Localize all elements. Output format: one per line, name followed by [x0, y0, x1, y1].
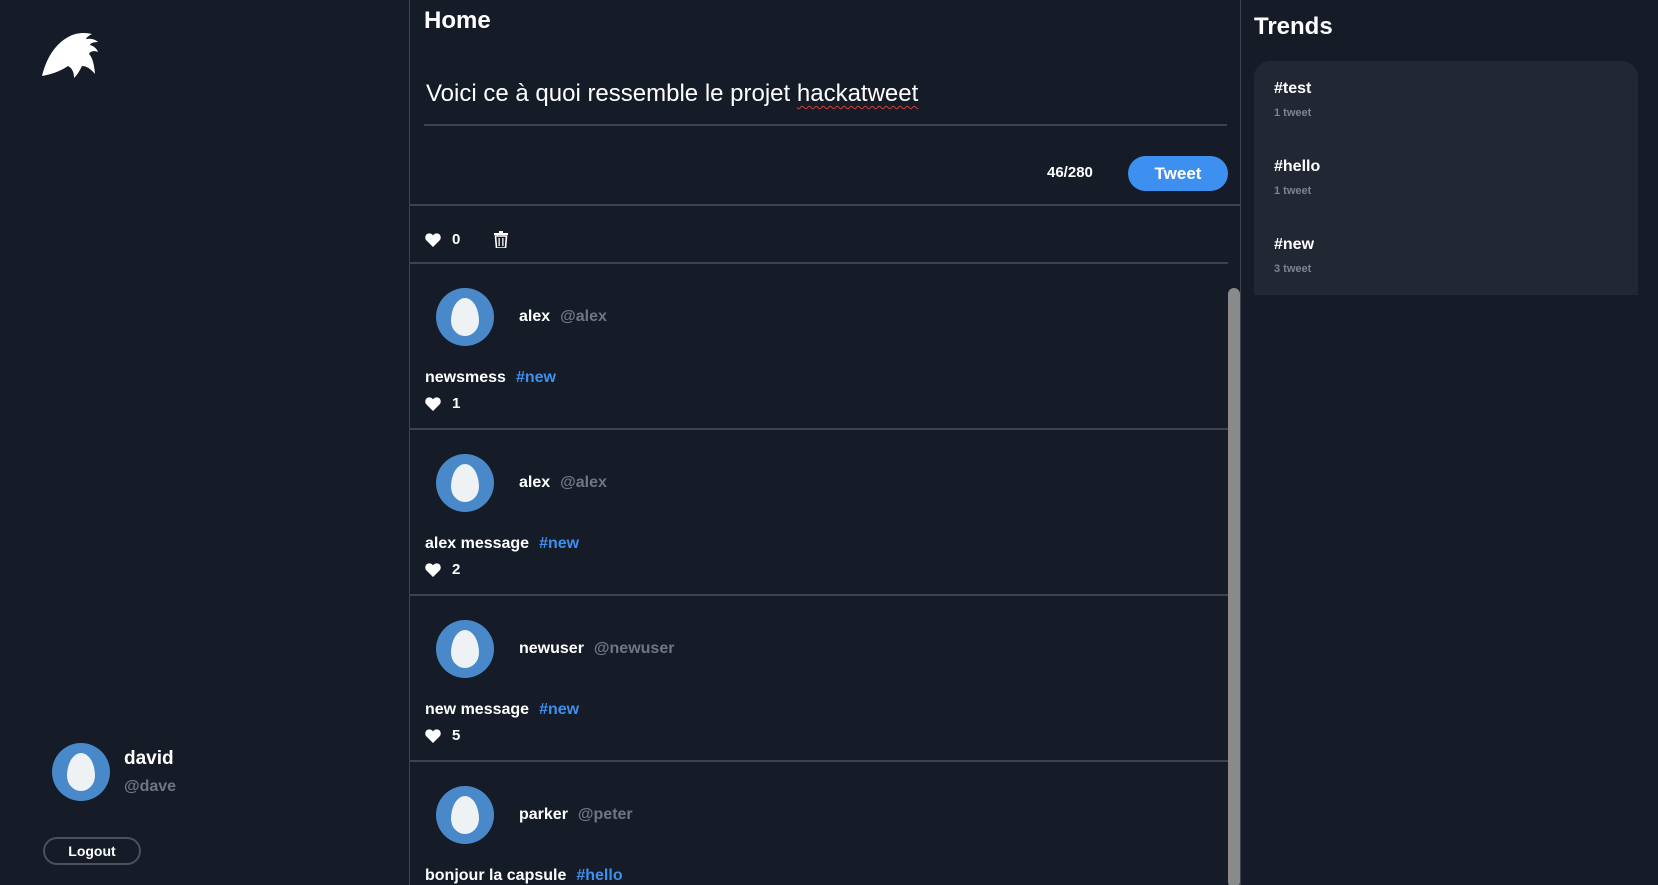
tweet-message: alex message [425, 535, 530, 552]
tweet-author-name: newuser [519, 640, 584, 657]
avatar [52, 743, 110, 801]
like-count: 0 [452, 231, 461, 248]
tweet-hashtag[interactable]: #new [539, 535, 579, 552]
tweet-author-name: alex [519, 474, 551, 491]
tweet-hashtag[interactable]: #hello [576, 867, 622, 884]
tweet-author-handle: @alex [560, 474, 607, 491]
trend-item[interactable]: #test 1 tweet [1274, 80, 1311, 119]
avatar [436, 786, 494, 844]
tweet-author-handle: @newuser [593, 640, 675, 657]
avatar [436, 288, 494, 346]
tweet-compose-input[interactable]: Voici ce à quoi ressemble le projet hack… [426, 80, 918, 108]
trends-panel: #test 1 tweet #hello 1 tweet #new 3 twee… [1254, 61, 1638, 295]
tweet-hashtag[interactable]: #new [539, 701, 579, 718]
heart-icon[interactable] [425, 396, 441, 411]
tweet-item: alex @alex alex message #new 2 [410, 428, 1228, 592]
tweet-item: newuser @newuser new message #new 5 [410, 594, 1228, 758]
tweet-author-name: parker [519, 806, 568, 823]
compose-text: Voici ce à quoi ressemble le projet [426, 80, 797, 107]
trash-icon[interactable] [494, 231, 509, 248]
tweet-author-name: alex [519, 308, 551, 325]
tweet-hashtag[interactable]: #new [516, 369, 556, 386]
tweet-author-handle: @peter [577, 806, 633, 823]
character-counter: 46/280 [1047, 164, 1093, 181]
egg-avatar-icon [451, 630, 479, 668]
current-user-name: david [124, 748, 174, 769]
feed-scrollbar-thumb[interactable] [1228, 288, 1240, 885]
page-title: Home [424, 7, 491, 34]
tweet-actions: 1 [425, 395, 460, 412]
trends-title: Trends [1254, 13, 1333, 40]
egg-avatar-icon [451, 796, 479, 834]
egg-avatar-icon [67, 753, 95, 791]
partial-tweet-actions: 0 [425, 231, 509, 248]
feather-logo-icon[interactable] [40, 30, 100, 80]
trend-count: 1 tweet [1274, 185, 1312, 197]
trend-item[interactable]: #new 3 tweet [1274, 236, 1314, 275]
avatar [436, 620, 494, 678]
like-count: 5 [452, 727, 461, 744]
tweet-actions: 2 [425, 561, 460, 578]
main-feed-column: Home Voici ce à quoi ressemble le projet… [409, 0, 1241, 885]
current-user-handle: @dave [124, 778, 177, 795]
heart-icon[interactable] [425, 562, 441, 577]
tweet-message: new message [425, 701, 530, 718]
tweet-actions: 5 [425, 727, 460, 744]
avatar [436, 454, 494, 512]
trend-hashtag: #new [1274, 236, 1315, 253]
logout-button[interactable]: Logout [43, 837, 141, 865]
egg-avatar-icon [451, 464, 479, 502]
tweet-item: parker @peter bonjour la capsule #hello [410, 760, 1228, 885]
tweet-button[interactable]: Tweet [1128, 156, 1228, 191]
trend-hashtag: #test [1274, 80, 1312, 97]
trend-count: 1 tweet [1274, 107, 1312, 119]
trend-hashtag: #hello [1274, 158, 1321, 175]
trend-count: 3 tweet [1274, 263, 1312, 275]
tweet-message: bonjour la capsule [425, 867, 567, 884]
tweet-feed: 0 alex @alex newsmess #new 1 alex @alex ale… [410, 206, 1228, 885]
current-user-card: david @dave [52, 743, 176, 801]
tweet-message: newsmess [425, 369, 506, 386]
egg-avatar-icon [451, 298, 479, 336]
left-sidebar: david @dave Logout [0, 0, 386, 885]
trend-item[interactable]: #hello 1 tweet [1274, 158, 1320, 197]
heart-icon[interactable] [425, 232, 441, 247]
tweet-author-handle: @alex [560, 308, 607, 325]
tweet-item: alex @alex newsmess #new 1 [410, 262, 1228, 426]
like-count: 1 [452, 395, 461, 412]
compose-underline [424, 124, 1227, 126]
misspelled-word: hackatweet [796, 80, 919, 107]
like-count: 2 [452, 561, 461, 578]
heart-icon[interactable] [425, 728, 441, 743]
